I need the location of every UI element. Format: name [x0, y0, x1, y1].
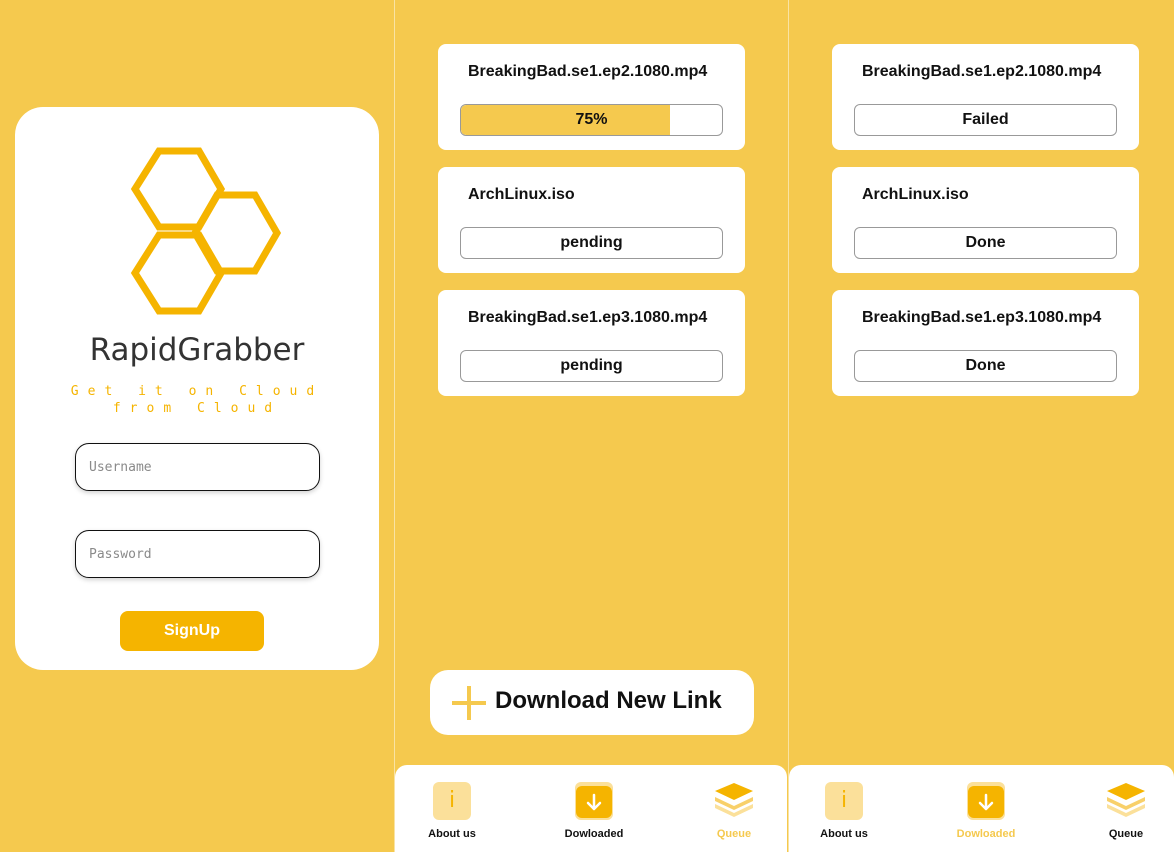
nav-queue[interactable]: Queue — [1081, 782, 1171, 844]
status-box: Done — [854, 350, 1117, 382]
tagline-line2: from Cloud — [112, 401, 282, 416]
status-box: pending — [460, 227, 723, 259]
layers-icon — [1107, 783, 1145, 817]
download-filename: BreakingBad.se1.ep3.1080.mp4 — [468, 309, 708, 326]
nav-queue-label: Queue — [1108, 828, 1144, 840]
nav-downloaded[interactable]: Dowloaded — [941, 782, 1031, 844]
nav-about-label: About us — [820, 828, 868, 840]
download-card[interactable]: ArchLinux.iso Done — [832, 167, 1139, 273]
status-text: pending — [560, 357, 623, 374]
nav-downloaded-label: Dowloaded — [956, 828, 1016, 840]
download-card[interactable]: BreakingBad.se1.ep3.1080.mp4 pending — [438, 290, 745, 396]
download-card[interactable]: BreakingBad.se1.ep3.1080.mp4 Done — [832, 290, 1139, 396]
password-input[interactable] — [75, 530, 320, 578]
status-text: pending — [560, 234, 623, 251]
nav-downloaded-label: Dowloaded — [564, 828, 624, 840]
progress-bar: 75% — [460, 104, 723, 136]
username-input[interactable] — [75, 443, 320, 491]
layers-icon — [715, 783, 753, 817]
info-icon: i — [433, 782, 471, 820]
download-icon — [575, 782, 613, 820]
download-card[interactable]: BreakingBad.se1.ep2.1080.mp4 Failed — [832, 44, 1139, 150]
download-card[interactable]: ArchLinux.iso pending — [438, 167, 745, 273]
nav-about[interactable]: i About us — [407, 782, 497, 844]
nav-about[interactable]: i About us — [799, 782, 889, 844]
download-icon — [967, 782, 1005, 820]
app-name: RapidGrabber — [89, 332, 305, 368]
login-screen: RapidGrabber Get it on Cloud from Cloud … — [0, 0, 393, 852]
queue-screen: BreakingBad.se1.ep2.1080.mp4 75% ArchLin… — [394, 0, 787, 852]
honeycomb-logo-icon — [130, 147, 282, 315]
nav-about-label: About us — [428, 828, 476, 840]
download-new-link-button[interactable]: Download New Link — [430, 670, 754, 735]
bottom-nav: i About us Dowloaded Queue — [395, 765, 787, 852]
download-filename: BreakingBad.se1.ep2.1080.mp4 — [468, 63, 708, 80]
login-card: RapidGrabber Get it on Cloud from Cloud … — [15, 107, 379, 670]
tagline-line1: Get it on Cloud — [70, 384, 324, 399]
plus-icon — [452, 686, 486, 720]
download-filename: ArchLinux.iso — [468, 186, 575, 203]
status-text: Done — [965, 234, 1006, 251]
download-card[interactable]: BreakingBad.se1.ep2.1080.mp4 75% — [438, 44, 745, 150]
status-text: Done — [965, 357, 1006, 374]
downloaded-screen: BreakingBad.se1.ep2.1080.mp4 Failed Arch… — [788, 0, 1174, 852]
nav-queue-label: Queue — [716, 828, 752, 840]
download-new-link-label: Download New Link — [495, 687, 722, 714]
signup-button[interactable]: SignUp — [120, 611, 264, 651]
status-text: Failed — [962, 111, 1009, 128]
status-box: Failed — [854, 104, 1117, 136]
progress-text: 75% — [575, 111, 608, 128]
status-box: pending — [460, 350, 723, 382]
bottom-nav: i About us Dowloaded Queue — [789, 765, 1174, 852]
info-icon: i — [825, 782, 863, 820]
tagline: Get it on Cloud from Cloud — [15, 383, 379, 417]
nav-queue[interactable]: Queue — [689, 782, 779, 844]
download-filename: ArchLinux.iso — [862, 186, 969, 203]
download-filename: BreakingBad.se1.ep2.1080.mp4 — [862, 63, 1102, 80]
nav-downloaded[interactable]: Dowloaded — [549, 782, 639, 844]
download-filename: BreakingBad.se1.ep3.1080.mp4 — [862, 309, 1102, 326]
status-box: Done — [854, 227, 1117, 259]
